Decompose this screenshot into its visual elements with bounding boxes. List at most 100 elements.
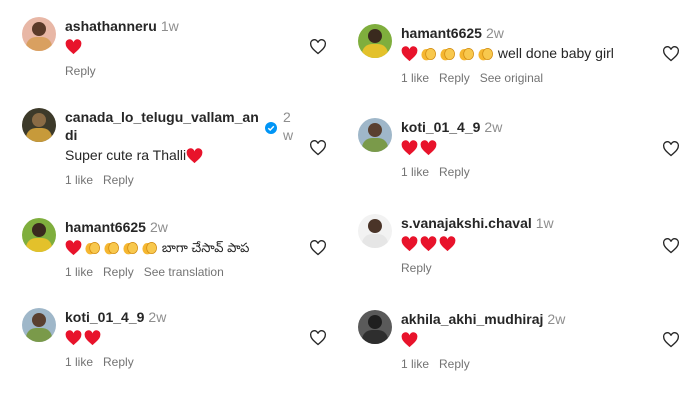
clapping-hands-emoji [459, 48, 474, 61]
avatar[interactable] [22, 308, 56, 342]
avatar[interactable] [22, 17, 56, 51]
red-heart-emoji [439, 236, 456, 252]
reply-button[interactable]: Reply [103, 265, 134, 279]
red-heart-emoji [186, 148, 203, 164]
comment-text [401, 138, 502, 157]
comment-time: 2w [547, 311, 566, 327]
like-count[interactable]: 1 like [65, 355, 93, 369]
avatar[interactable] [358, 24, 392, 58]
see-translation-link[interactable]: See translation [144, 265, 224, 279]
comment-actions: 1 like Reply [65, 355, 166, 369]
comment-username[interactable]: hamant6625 [401, 25, 482, 41]
clapping-hands-emoji [123, 242, 138, 255]
comment-username-continued[interactable]: di [65, 127, 77, 143]
comment-text: Super cute ra Thalli [65, 146, 295, 165]
comment-time: 2w [148, 309, 167, 325]
emoji-row [401, 236, 456, 252]
emoji-row [65, 240, 158, 256]
reply-button[interactable]: Reply [439, 357, 470, 371]
comment-actions: 1 like Reply [401, 165, 502, 179]
like-count[interactable]: 1 like [65, 173, 93, 187]
clapping-hands-emoji [142, 242, 157, 255]
reply-button[interactable]: Reply [65, 64, 96, 78]
heart-outline-icon [310, 39, 326, 55]
comment-time-continued: w [283, 127, 294, 143]
like-count[interactable]: 1 like [401, 357, 429, 371]
comment-text [65, 328, 166, 347]
like-count[interactable]: 1 like [401, 165, 429, 179]
avatar[interactable] [22, 108, 56, 142]
avatar[interactable] [358, 214, 392, 248]
like-button[interactable] [662, 141, 680, 157]
red-heart-emoji [65, 39, 82, 55]
reply-button[interactable]: Reply [103, 355, 134, 369]
heart-outline-icon [663, 238, 679, 254]
red-heart-emoji [401, 236, 418, 252]
comment-actions: Reply [401, 261, 554, 275]
comment-username[interactable]: hamant6625 [65, 219, 146, 235]
comment-username[interactable]: canada_lo_telugu_vallam_an [65, 109, 259, 125]
reply-button[interactable]: Reply [401, 261, 432, 275]
comment-actions: 1 like Reply See original [401, 71, 614, 85]
red-heart-emoji [401, 332, 418, 348]
heart-outline-icon [310, 330, 326, 346]
clapping-hands-emoji [440, 48, 455, 61]
comment-time: 2 [283, 109, 291, 125]
emoji-row [401, 332, 418, 348]
comment-username[interactable]: koti_01_4_9 [401, 119, 480, 135]
heart-outline-icon [663, 141, 679, 157]
like-count[interactable]: 1 like [65, 265, 93, 279]
like-button[interactable] [662, 238, 680, 254]
comment-actions: 1 like Reply [401, 357, 565, 371]
comment-actions: 1 like Reply See translation [65, 265, 249, 279]
comment-username[interactable]: s.vanajakshi.chaval [401, 215, 532, 231]
red-heart-emoji [65, 240, 82, 256]
emoji-row [401, 46, 494, 62]
like-count[interactable]: 1 like [401, 71, 429, 85]
see-original-link[interactable]: See original [480, 71, 543, 85]
reply-button[interactable]: Reply [103, 173, 134, 187]
red-heart-emoji [84, 330, 101, 346]
like-button[interactable] [309, 140, 327, 156]
clapping-hands-emoji [421, 48, 436, 61]
comment-text: well done baby girl [401, 44, 614, 63]
comment-time: 1w [160, 18, 179, 34]
comment-time: 1w [535, 215, 554, 231]
comment-time: 2w [149, 219, 168, 235]
comment-text: బాగా చేసావ్ పాప [65, 238, 249, 257]
comment-username[interactable]: akhila_akhi_mudhiraj [401, 311, 543, 327]
like-button[interactable] [309, 330, 327, 346]
red-heart-emoji [420, 236, 437, 252]
clapping-hands-emoji [85, 242, 100, 255]
like-button[interactable] [662, 332, 680, 348]
like-button[interactable] [309, 39, 327, 55]
heart-outline-icon [663, 46, 679, 62]
reply-button[interactable]: Reply [439, 165, 470, 179]
red-heart-emoji [420, 140, 437, 156]
comment-username[interactable]: koti_01_4_9 [65, 309, 144, 325]
like-button[interactable] [309, 240, 327, 256]
heart-outline-icon [663, 332, 679, 348]
comment-text [65, 37, 179, 56]
avatar[interactable] [358, 118, 392, 152]
red-heart-emoji [65, 330, 82, 346]
comment-time: 2w [485, 25, 504, 41]
emoji-row [65, 330, 101, 346]
comment-username[interactable]: ashathanneru [65, 18, 157, 34]
avatar[interactable] [358, 310, 392, 344]
comment-text [401, 330, 565, 349]
heart-outline-icon [310, 240, 326, 256]
heart-outline-icon [310, 140, 326, 156]
red-heart-emoji [401, 46, 418, 62]
clapping-hands-emoji [104, 242, 119, 255]
reply-button[interactable]: Reply [439, 71, 470, 85]
like-button[interactable] [662, 46, 680, 62]
clapping-hands-emoji [478, 48, 493, 61]
emoji-row [65, 39, 82, 55]
avatar[interactable] [22, 218, 56, 252]
comment-actions: Reply [65, 64, 179, 78]
emoji-row [186, 148, 203, 164]
comment-text [401, 234, 554, 253]
comment-actions: 1 like Reply [65, 173, 295, 187]
comment-time: 2w [484, 119, 503, 135]
